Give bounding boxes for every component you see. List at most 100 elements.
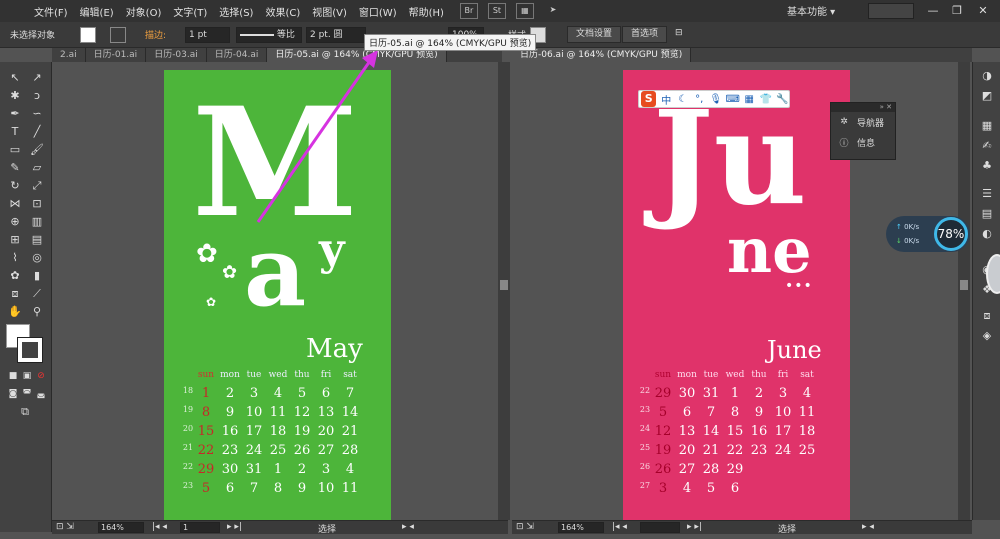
send-icon[interactable]: ➤: [544, 3, 562, 19]
status-nav-icon[interactable]: ⊡ ⇲: [516, 522, 534, 532]
info-item[interactable]: ⓘ 信息: [831, 132, 895, 152]
first-page-icon[interactable]: |◂ ◂: [152, 522, 167, 532]
shape-builder-tool-icon[interactable]: ⊕: [6, 214, 24, 230]
fill-swatch[interactable]: [80, 27, 96, 43]
transparency-panel-icon[interactable]: ◐: [979, 226, 995, 242]
tab-calendar-01[interactable]: 日历-01.ai: [86, 48, 147, 62]
type-tool-icon[interactable]: T: [6, 124, 24, 140]
variable-width-profile[interactable]: 等比: [236, 27, 302, 43]
color-panel-icon[interactable]: ◑: [979, 68, 995, 84]
hand-tool-icon[interactable]: ✋: [6, 304, 24, 320]
none-mode-icon[interactable]: ⊘: [32, 368, 50, 384]
status-arrow-icon[interactable]: ▸ ◂: [402, 522, 414, 532]
eyedropper-tool-icon[interactable]: ⌇: [6, 250, 24, 266]
menu-effect[interactable]: 效果(C): [259, 4, 306, 19]
color-guide-icon[interactable]: ◩: [979, 88, 995, 104]
ime-language[interactable]: 中: [659, 92, 673, 107]
tab-calendar-03[interactable]: 日历-03.ai: [146, 48, 207, 62]
symbol-sprayer-tool-icon[interactable]: ✿: [6, 268, 24, 284]
search-input[interactable]: [868, 3, 914, 19]
direct-selection-tool-icon[interactable]: ↗: [28, 70, 46, 86]
status-nav-icon[interactable]: ⊡ ⇲: [56, 522, 74, 532]
next-page-icon[interactable]: ▸ ▸|: [687, 522, 702, 532]
line-tool-icon[interactable]: ╱: [28, 124, 46, 140]
width-tool-icon[interactable]: ⋈: [6, 196, 24, 212]
close-icon[interactable]: ✕: [972, 2, 994, 20]
gradient-panel-icon[interactable]: ▤: [979, 206, 995, 222]
menu-type[interactable]: 文字(T): [167, 4, 213, 19]
layers-panel-icon[interactable]: ◈: [979, 328, 995, 344]
zoom-field[interactable]: 164%: [558, 522, 604, 533]
mesh-tool-icon[interactable]: ⊞: [6, 232, 24, 248]
minimize-icon[interactable]: —: [922, 2, 944, 20]
artboards-panel-icon[interactable]: ⧈: [979, 308, 995, 324]
status-mode[interactable]: 选择: [778, 522, 796, 535]
artboard-may[interactable]: M a y ✿ ✿ ✿ May sun mon tue wed thu fri …: [164, 70, 391, 522]
zoom-tool-icon[interactable]: ⚲: [28, 304, 46, 320]
artboard-number-field[interactable]: [640, 522, 680, 533]
network-speed-widget[interactable]: ↑ 0K/s ↓ 0K/s 78%: [886, 216, 970, 252]
free-transform-tool-icon[interactable]: ⊡: [28, 196, 46, 212]
menu-select[interactable]: 选择(S): [213, 4, 259, 19]
artboard-tool-icon[interactable]: ⧈: [6, 286, 24, 302]
status-arrow-icon[interactable]: ▸ ◂: [862, 522, 874, 532]
gradient-tool-icon[interactable]: ▤: [28, 232, 46, 248]
menu-object[interactable]: 对象(O): [120, 4, 168, 19]
moon-icon[interactable]: ☾: [676, 94, 690, 105]
pen-tool-icon[interactable]: ✒: [6, 106, 24, 122]
selection-tool-icon[interactable]: ↖: [6, 70, 24, 86]
keyboard-icon[interactable]: ⌨: [726, 94, 740, 105]
stroke-label[interactable]: 描边:: [145, 28, 166, 41]
stroke-swatch[interactable]: [110, 27, 126, 43]
menu-edit[interactable]: 编辑(E): [74, 4, 120, 19]
bridge-icon[interactable]: Br: [459, 3, 478, 19]
brush-definition[interactable]: 2 pt. 圆: [306, 27, 366, 43]
stroke-panel-icon[interactable]: ☰: [979, 186, 995, 202]
stroke-weight-field[interactable]: 1 pt: [185, 27, 230, 43]
rotate-tool-icon[interactable]: ↻: [6, 178, 24, 194]
swatches-panel-icon[interactable]: ▦: [979, 118, 995, 134]
eraser-tool-icon[interactable]: ▱: [28, 160, 46, 176]
perspective-grid-tool-icon[interactable]: ▥: [28, 214, 46, 230]
stock-icon[interactable]: St: [487, 3, 506, 19]
zoom-field[interactable]: 164%: [98, 522, 144, 533]
menu-file[interactable]: 文件(F): [28, 4, 74, 19]
first-page-icon[interactable]: |◂ ◂: [612, 522, 627, 532]
preferences-button[interactable]: 首选项: [622, 26, 668, 43]
menu-help[interactable]: 帮助(H): [403, 4, 450, 19]
panel-close-icon[interactable]: » ✕: [831, 103, 895, 112]
status-mode[interactable]: 选择: [318, 522, 336, 535]
scale-tool-icon[interactable]: ⤢: [28, 178, 46, 194]
arrange-documents-icon[interactable]: ▦: [515, 3, 534, 19]
pencil-tool-icon[interactable]: ✎: [6, 160, 24, 176]
draw-inside-icon[interactable]: ◛: [32, 386, 50, 402]
vertical-scrollbar-left[interactable]: [498, 62, 510, 520]
tab-2[interactable]: 2.ai: [52, 48, 86, 62]
vertical-scrollbar-right[interactable]: [958, 62, 970, 520]
menu-view[interactable]: 视图(V): [306, 4, 353, 19]
menu-window[interactable]: 窗口(W): [353, 4, 403, 19]
brushes-panel-icon[interactable]: ✍: [979, 138, 995, 154]
microphone-icon[interactable]: 🎙: [709, 94, 723, 105]
wrench-icon[interactable]: 🔧: [776, 94, 790, 105]
ime-toolbar[interactable]: S 中 ☾ °, 🎙 ⌨ ▦ 👕 🔧: [638, 90, 790, 108]
blend-tool-icon[interactable]: ◎: [28, 250, 46, 266]
artboard-number-field[interactable]: 1: [180, 522, 220, 533]
stroke-color-box[interactable]: [17, 337, 43, 363]
screen-mode-icon[interactable]: ⧉: [16, 404, 34, 420]
maximize-icon[interactable]: ❐: [946, 2, 968, 20]
curvature-tool-icon[interactable]: ∽: [28, 106, 46, 122]
paintbrush-tool-icon[interactable]: 🖌: [28, 142, 46, 158]
next-page-icon[interactable]: ▸ ▸|: [227, 522, 242, 532]
arrange-icon[interactable]: ⊟: [675, 28, 683, 38]
grid-icon[interactable]: ▦: [743, 94, 757, 105]
symbols-panel-icon[interactable]: ♣: [979, 158, 995, 174]
workspace-switcher[interactable]: 基本功能 ▾: [787, 3, 835, 18]
scroll-thumb[interactable]: [500, 280, 508, 290]
slice-tool-icon[interactable]: ⟋: [28, 286, 46, 302]
rectangle-tool-icon[interactable]: ▭: [6, 142, 24, 158]
column-graph-tool-icon[interactable]: ▮: [28, 268, 46, 284]
navigator-item[interactable]: ✲ 导航器: [831, 112, 895, 132]
shirt-icon[interactable]: 👕: [759, 94, 773, 105]
magic-wand-tool-icon[interactable]: ✱: [6, 88, 24, 104]
